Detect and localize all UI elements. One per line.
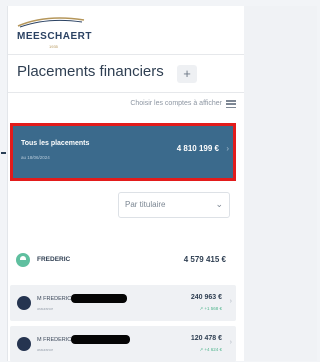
edge-marker bbox=[1, 152, 6, 154]
account-amount: 240 963 € bbox=[190, 294, 222, 301]
account-name: M FREDERIC bbox=[37, 296, 72, 302]
account-card[interactable]: M FREDERIC assurance 240 963 € ↗ +1 568 … bbox=[10, 285, 236, 321]
account-amount: 120 478 € bbox=[190, 335, 222, 342]
redaction-bar bbox=[71, 294, 127, 303]
all-placements-label: Tous les placements bbox=[21, 140, 90, 147]
user-avatar-icon bbox=[16, 253, 30, 267]
page-title: Placements financiers bbox=[17, 63, 164, 80]
logo-wordmark: MEESCHAERT bbox=[17, 31, 93, 42]
list-icon[interactable] bbox=[226, 100, 236, 109]
chevron-right-icon: › bbox=[229, 298, 232, 305]
account-avatar-icon bbox=[17, 296, 31, 310]
accounts-panel: MEESCHAERT 1935 Placements financiers + … bbox=[7, 6, 245, 362]
account-type: assurance bbox=[37, 348, 54, 352]
account-avatar-icon bbox=[17, 337, 31, 351]
choose-accounts-link[interactable]: Choisir les comptes à afficher bbox=[130, 100, 222, 107]
account-name: M FREDERIC bbox=[37, 337, 72, 343]
all-placements-date: au 18/06/2024 bbox=[21, 155, 50, 160]
chevron-right-icon: › bbox=[226, 144, 229, 153]
logo-year: 1935 bbox=[49, 44, 58, 49]
redaction-bar bbox=[71, 335, 130, 344]
add-placement-button[interactable]: + bbox=[177, 65, 197, 83]
account-change: ↗ +4 624 € bbox=[199, 347, 222, 352]
logo-swoosh-icon bbox=[17, 17, 85, 28]
account-card[interactable]: M FREDERIC assurance 120 478 € ↗ +4 624 … bbox=[10, 326, 236, 362]
chevron-down-icon: ⌄ bbox=[215, 199, 223, 209]
holder-amount: 4 579 415 € bbox=[183, 255, 226, 264]
holder-row-frederic[interactable]: FREDERIC 4 579 415 € bbox=[10, 246, 236, 276]
holder-filter-select[interactable]: Par titulaire ⌄ bbox=[118, 192, 230, 218]
chevron-right-icon: › bbox=[229, 339, 232, 346]
all-placements-card[interactable]: Tous les placements au 18/06/2024 4 810 … bbox=[10, 123, 236, 181]
holder-filter-value: Par titulaire bbox=[125, 200, 166, 209]
holder-name: FREDERIC bbox=[37, 256, 71, 263]
all-placements-amount: 4 810 199 € bbox=[176, 144, 219, 153]
account-type: assurance bbox=[37, 307, 54, 311]
meeschaert-logo: MEESCHAERT 1935 bbox=[16, 16, 126, 50]
header-divider bbox=[8, 54, 244, 55]
title-divider bbox=[8, 92, 244, 93]
detail-panel bbox=[244, 6, 317, 361]
account-change: ↗ +1 568 € bbox=[199, 306, 222, 311]
